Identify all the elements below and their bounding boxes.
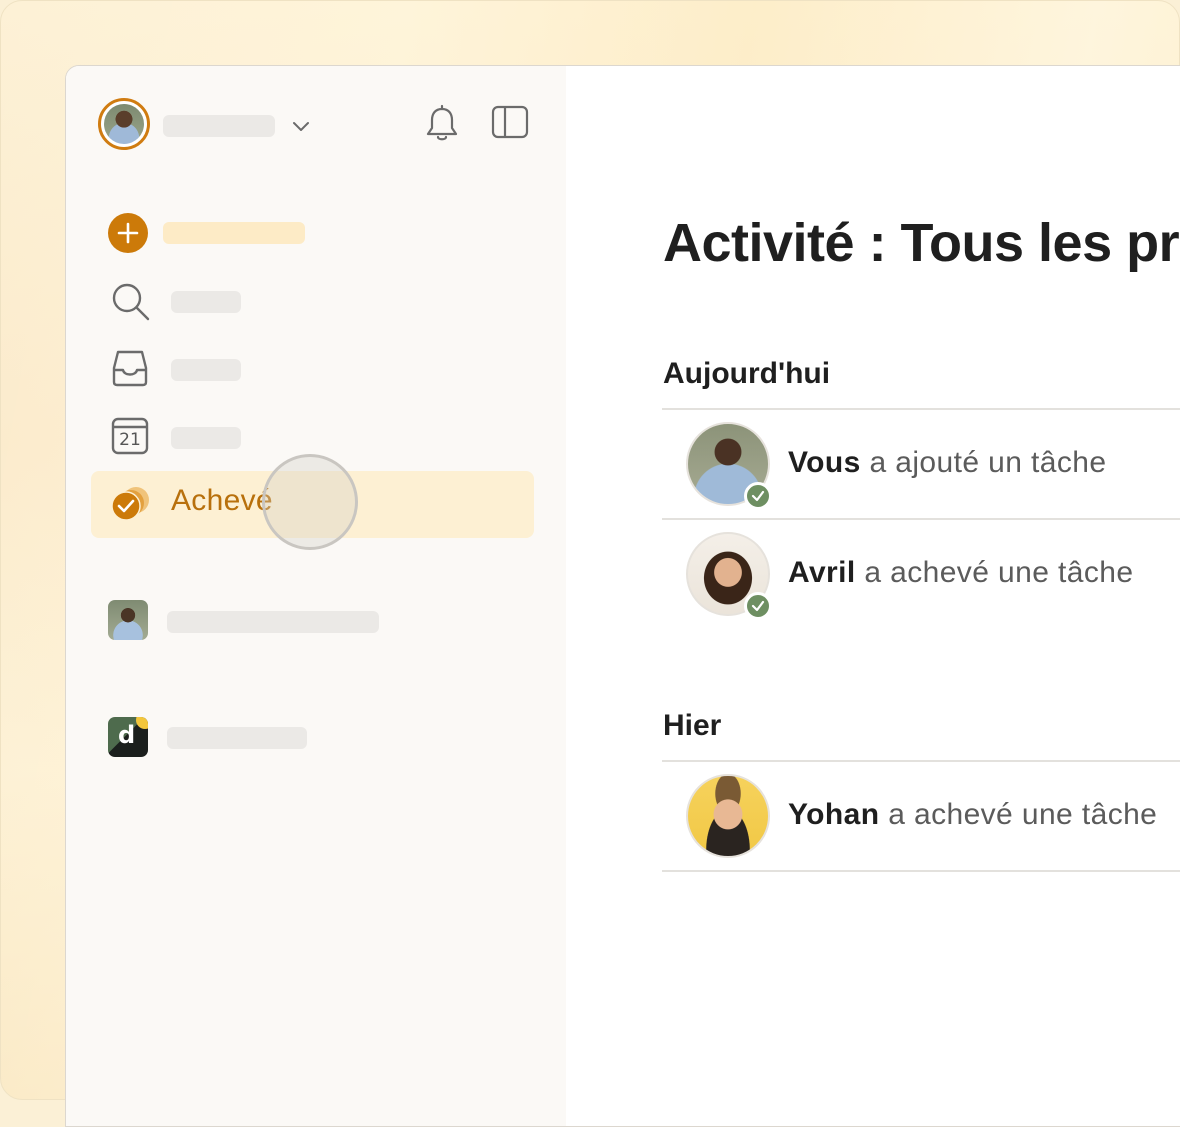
divider xyxy=(662,870,1180,872)
user-avatar-image xyxy=(104,104,144,144)
section-title-today: Aujourd'hui xyxy=(663,357,831,390)
today-label-placeholder[interactable] xyxy=(171,427,241,449)
project-logo-letter: d xyxy=(118,721,136,749)
plus-icon xyxy=(117,222,139,244)
sidebar-toggle-icon[interactable] xyxy=(490,104,530,140)
search-label-placeholder[interactable] xyxy=(171,291,241,313)
activity-action: a achevé une tâche xyxy=(879,798,1158,831)
project-logo-dot xyxy=(136,717,148,729)
calendar-day: 21 xyxy=(119,430,141,450)
check-badge-icon xyxy=(744,482,772,510)
user-name-placeholder xyxy=(163,115,275,137)
app-window: 21 Achevé d Activité : Tous les pro Aujo… xyxy=(65,65,1180,1127)
activity-item[interactable]: Avril a achevé une tâche xyxy=(788,556,1133,590)
divider xyxy=(662,760,1180,762)
activity-action: a achevé une tâche xyxy=(855,556,1134,589)
activity-item[interactable]: Yohan a achevé une tâche xyxy=(788,798,1157,832)
page-title: Activité : Tous les pro xyxy=(663,213,1180,273)
main-content: Activité : Tous les pro Aujourd'hui Vous… xyxy=(566,66,1180,1126)
add-task-label-placeholder[interactable] xyxy=(163,222,305,244)
user-avatar[interactable] xyxy=(98,98,150,150)
activity-actor: Yohan xyxy=(788,798,880,831)
section-title-yesterday: Hier xyxy=(663,709,722,742)
project-logo[interactable]: d xyxy=(108,717,148,757)
divider xyxy=(662,518,1180,520)
project-avatar[interactable] xyxy=(108,600,148,640)
bell-icon[interactable] xyxy=(424,104,460,144)
avatar[interactable] xyxy=(686,774,770,858)
divider xyxy=(662,408,1180,410)
project-label-placeholder[interactable] xyxy=(167,611,379,633)
add-task-button[interactable] xyxy=(108,213,148,253)
activity-item[interactable]: Vous a ajouté un tâche xyxy=(788,446,1106,480)
completed-icon xyxy=(111,487,149,521)
inbox-label-placeholder[interactable] xyxy=(171,359,241,381)
activity-action: a ajouté un tâche xyxy=(860,446,1107,479)
activity-actor: Avril xyxy=(788,556,856,589)
touch-cursor xyxy=(262,454,358,550)
project-label-placeholder[interactable] xyxy=(167,727,307,749)
inbox-icon[interactable] xyxy=(110,348,150,388)
sidebar-item-label: Achevé xyxy=(171,484,273,517)
sidebar: 21 Achevé d xyxy=(66,66,566,1126)
search-icon[interactable] xyxy=(110,281,152,323)
chevron-down-icon[interactable] xyxy=(291,116,311,136)
activity-actor: Vous xyxy=(788,446,861,479)
check-badge-icon xyxy=(744,592,772,620)
